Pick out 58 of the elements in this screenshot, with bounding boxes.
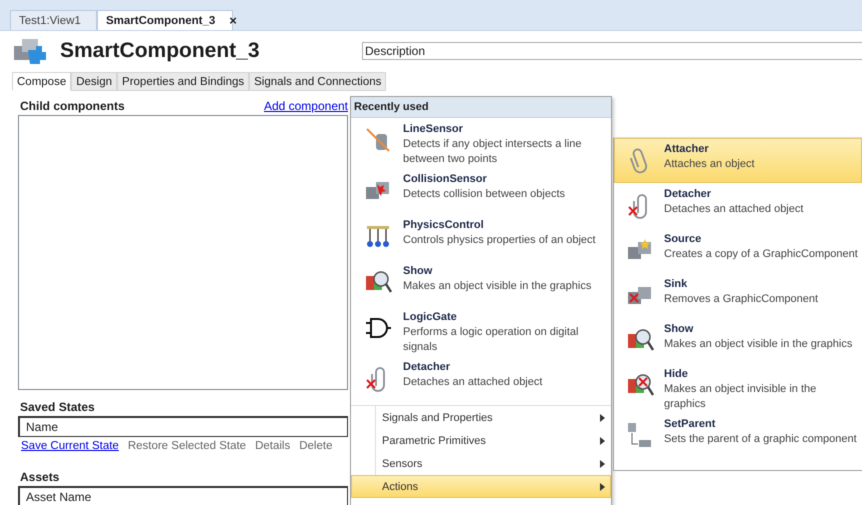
- menu-item[interactable]: Sink Removes a GraphicComponent: [614, 273, 862, 318]
- menu-header: Recently used: [351, 97, 611, 118]
- column-header[interactable]: Asset Name: [18, 486, 348, 505]
- menu-item[interactable]: Source Creates a copy of a GraphicComponent: [614, 228, 862, 273]
- item-title: Show: [664, 322, 694, 337]
- menu-item[interactable]: LineSensor Detects if any object intersects a line between two points: [351, 118, 611, 168]
- menu-item[interactable]: LogicGate Performs a logic operation on digital signals: [351, 306, 611, 356]
- section-label: Saved States: [19, 400, 95, 414]
- item-title: PhysicsControl: [403, 218, 485, 233]
- item-description: Creates a copy of a GraphicComponent: [664, 247, 858, 262]
- menu-item[interactable]: SetParent Sets the parent of a graphic component: [614, 413, 862, 458]
- item-title: Hide: [664, 367, 689, 382]
- tab[interactable]: Design: [71, 72, 118, 91]
- menu-item[interactable]: Hide Makes an object invisible in the graphics: [614, 363, 862, 413]
- item-title: Detacher: [403, 360, 452, 375]
- document-tab[interactable]: Test1:View1: [10, 10, 97, 30]
- item-description: Detaches an attached object: [664, 202, 804, 217]
- tab[interactable]: Properties and Bindings: [117, 72, 250, 91]
- column-header[interactable]: Name: [18, 416, 348, 437]
- item-title: Attacher: [664, 142, 710, 157]
- section-label: Child components: [19, 98, 125, 112]
- item-description: Detects collision between objects: [403, 187, 566, 202]
- item-title: Sink: [664, 277, 688, 292]
- item-description: Performs a logic operation on digital signals: [403, 325, 578, 355]
- menu-item[interactable]: Detacher Detaches an attached object: [351, 356, 611, 402]
- item-title: Source: [664, 232, 702, 247]
- item-title: Detacher: [664, 187, 712, 202]
- component-title: SmartComponent_3: [60, 39, 261, 63]
- item-title: LogicGate: [403, 310, 458, 325]
- add-component-link[interactable]: Add component: [264, 98, 348, 112]
- submenu-item[interactable]: Actions: [351, 475, 611, 498]
- section-label: Assets: [19, 470, 60, 484]
- item-description: Attaches an object: [664, 157, 755, 172]
- item-title: SetParent: [664, 417, 716, 432]
- item-description: Sets the parent of a graphic component: [664, 432, 857, 447]
- menu-item[interactable]: CollisionSensor Detects collision between objects: [351, 168, 611, 214]
- submenu-item[interactable]: Signals and Properties: [351, 406, 611, 429]
- item-description: Removes a GraphicComponent: [664, 292, 818, 307]
- item-description: Detaches an attached object: [403, 375, 542, 390]
- submenu-item[interactable]: Parametric Primitives: [351, 429, 611, 452]
- action-link[interactable]: Save Current State: [21, 440, 119, 457]
- item-description: Detects if any object intersects a line between two points: [403, 137, 582, 167]
- item-description: Controls physics properties of an object: [403, 233, 596, 248]
- tab[interactable]: Compose: [12, 72, 72, 91]
- menu-item[interactable]: Detacher Detaches an attached object: [614, 183, 862, 228]
- menu-item[interactable]: PhysicsControl Controls physics properties of an object: [351, 214, 611, 260]
- item-title: CollisionSensor: [403, 172, 488, 187]
- menu-item[interactable]: Show Makes an object visible in the graphics: [614, 318, 862, 363]
- item-description: Makes an object visible in the graphics: [403, 279, 592, 294]
- submenu-item[interactable]: Sensors: [351, 452, 611, 475]
- description-field[interactable]: Description: [362, 42, 862, 60]
- item-title: Show: [403, 264, 434, 279]
- menu-item[interactable]: Show Makes an object visible in the graphics: [351, 260, 611, 306]
- item-description: Makes an object invisible in the graphics: [664, 382, 816, 412]
- tab[interactable]: Signals and Connections: [249, 72, 386, 91]
- item-title: LineSensor: [403, 122, 464, 137]
- item-description: Makes an object visible in the graphics: [664, 337, 852, 352]
- menu-item[interactable]: Attacher Attaches an object: [614, 138, 862, 183]
